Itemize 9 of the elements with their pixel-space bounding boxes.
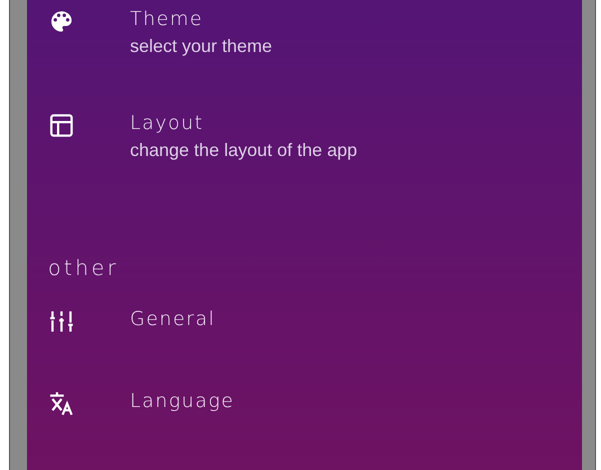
setting-title[interactable]: General xyxy=(130,308,216,330)
setting-title[interactable]: Language xyxy=(130,390,234,412)
setting-title[interactable]: Theme xyxy=(130,8,272,30)
translate-icon xyxy=(48,390,75,417)
section-header: other xyxy=(47,255,120,282)
layout-icon xyxy=(48,112,75,139)
setting-title[interactable]: Layout xyxy=(130,112,358,134)
setting-subtitle: change the layout of the app xyxy=(130,140,358,161)
setting-subtitle: select your theme xyxy=(130,36,272,57)
